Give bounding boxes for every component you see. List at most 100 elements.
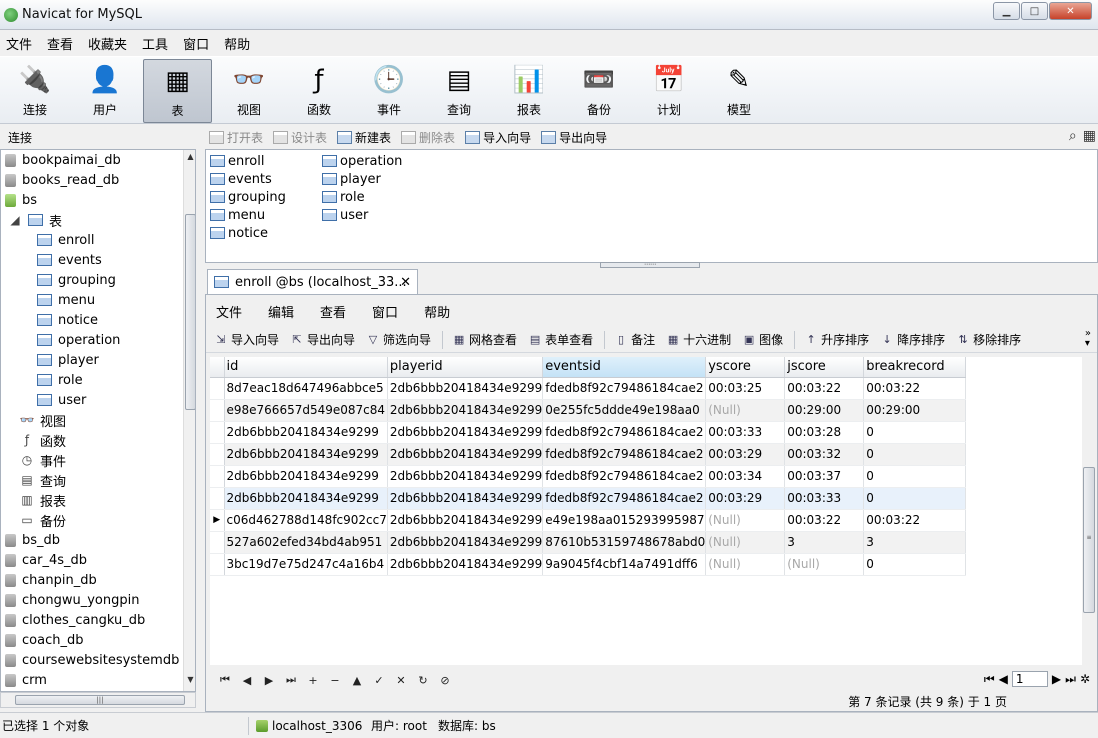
- table-row[interactable]: ▶ c06d462788d148fc902cc7 2db6bbb20418434e9…: [210, 509, 967, 532]
- column-header-id[interactable]: id: [224, 357, 388, 378]
- design-table-button[interactable]: 设计表: [273, 129, 327, 146]
- tree-item-crm[interactable]: crm: [1, 670, 195, 690]
- tree-item-role[interactable]: role: [1, 370, 195, 390]
- form-view-button[interactable]: ▤ 表单查看: [528, 331, 593, 348]
- menu-favorites[interactable]: 收藏夹: [86, 34, 140, 53]
- cell-breakrecord[interactable]: 0: [863, 487, 967, 510]
- cell-yscore[interactable]: 00:03:34: [705, 465, 786, 488]
- table-row[interactable]: 527a602efed34bd4ab951 2db6bbb20418434e929…: [210, 531, 967, 554]
- inner-menu-edit[interactable]: 编辑: [268, 302, 294, 321]
- filter-wizard-button[interactable]: ▽ 筛选向导: [366, 331, 431, 348]
- column-header-yscore[interactable]: yscore: [705, 357, 786, 378]
- cell-id[interactable]: 2db6bbb20418434e9299: [224, 443, 388, 466]
- tree-item-car_4s_db[interactable]: car_4s_db: [1, 550, 195, 570]
- cell-playerid[interactable]: 2db6bbb20418434e9299: [387, 465, 544, 488]
- cell-breakrecord[interactable]: 00:03:22: [863, 377, 967, 400]
- tree-item-grouping[interactable]: grouping: [1, 270, 195, 290]
- stop-icon[interactable]: ⊘: [434, 674, 456, 687]
- search-icon[interactable]: ⌕: [1069, 128, 1077, 144]
- cell-eventsid[interactable]: 87610b53159748678abd0: [542, 531, 707, 554]
- close-window-button[interactable]: ✕: [1049, 2, 1092, 20]
- menu-view[interactable]: 查看: [45, 34, 86, 53]
- import-wizard-button[interactable]: 导入向导: [465, 129, 531, 146]
- object-item-role[interactable]: role: [320, 188, 402, 206]
- column-header-breakrecord[interactable]: breakrecord: [863, 357, 967, 378]
- grid-view-button[interactable]: ▦ 网格查看: [452, 331, 517, 348]
- toolbar-view-button[interactable]: 👓 视图: [214, 59, 284, 123]
- tree-item-menu[interactable]: menu: [1, 290, 195, 310]
- cell-jscore[interactable]: 00:03:22: [784, 509, 865, 532]
- cell-id[interactable]: 2db6bbb20418434e9299: [224, 487, 388, 510]
- cell-eventsid[interactable]: fdedb8f92c79486184cae2: [542, 377, 707, 400]
- sort-descending-button[interactable]: ↓ 降序排序: [880, 331, 946, 348]
- table-row[interactable]: 3bc19d7e75d247c4a16b4 2db6bbb20418434e929…: [210, 553, 967, 576]
- cell-id[interactable]: 3bc19d7e75d247c4a16b4: [224, 553, 388, 576]
- cell-id[interactable]: 527a602efed34bd4ab951: [224, 531, 388, 554]
- image-button[interactable]: ▣ 图像: [742, 331, 783, 348]
- cell-yscore[interactable]: (Null): [705, 553, 786, 576]
- cell-breakrecord[interactable]: 0: [863, 465, 967, 488]
- cell-jscore[interactable]: (Null): [784, 553, 865, 576]
- toolbar-overflow-icon[interactable]: » ▾: [1085, 329, 1091, 349]
- tree-item-player[interactable]: player: [1, 350, 195, 370]
- object-item-operation[interactable]: operation: [320, 152, 402, 170]
- tree-item-events[interactable]: events: [1, 250, 195, 270]
- toolbar-query-button[interactable]: ▤ 查询: [424, 59, 494, 123]
- tree-item-[interactable]: ƒ 函数: [1, 430, 195, 450]
- apply-icon[interactable]: ▲: [346, 674, 368, 687]
- tree-item-[interactable]: 👓 视图: [1, 410, 195, 430]
- tree-item-clothes_cangku_db[interactable]: clothes_cangku_db: [1, 610, 195, 630]
- collapse-arrow-icon[interactable]: ◢: [7, 213, 23, 227]
- table-row[interactable]: 2db6bbb20418434e9299 2db6bbb20418434e9299…: [210, 487, 967, 510]
- cell-playerid[interactable]: 2db6bbb20418434e9299: [387, 421, 544, 444]
- cell-id[interactable]: c06d462788d148fc902cc7: [224, 509, 388, 532]
- cell-playerid[interactable]: 2db6bbb20418434e9299: [387, 531, 544, 554]
- grid-vertical-scrollbar[interactable]: ≡: [1082, 357, 1096, 665]
- menu-file[interactable]: 文件: [4, 34, 45, 53]
- cell-breakrecord[interactable]: 0: [863, 553, 967, 576]
- toolbar-table-button[interactable]: ▦ 表: [143, 59, 212, 123]
- tree-item-enroll[interactable]: enroll: [1, 230, 195, 250]
- cell-playerid[interactable]: 2db6bbb20418434e9299: [387, 509, 544, 532]
- tree-item-[interactable]: ▥ 报表: [1, 490, 195, 510]
- import-wizard-button[interactable]: ⇲ 导入向导: [214, 331, 279, 348]
- tree-item-user[interactable]: user: [1, 390, 195, 410]
- tree-item-bs[interactable]: bs: [1, 190, 195, 210]
- column-header-jscore[interactable]: jscore: [784, 357, 865, 378]
- open-table-button[interactable]: 打开表: [209, 129, 263, 146]
- back-page-icon[interactable]: ◀: [999, 672, 1008, 686]
- delete-table-button[interactable]: 删除表: [401, 129, 455, 146]
- tree-item-coursewebsitesystemdb[interactable]: coursewebsitesystemdb: [1, 650, 195, 670]
- menu-window[interactable]: 窗口: [181, 34, 222, 53]
- cell-jscore[interactable]: 3: [784, 531, 865, 554]
- cell-playerid[interactable]: 2db6bbb20418434e9299: [387, 443, 544, 466]
- tree-item-bookpaimai_db[interactable]: bookpaimai_db: [1, 150, 195, 170]
- cell-eventsid[interactable]: fdedb8f92c79486184cae2: [542, 487, 707, 510]
- cell-yscore[interactable]: (Null): [705, 509, 786, 532]
- cell-playerid[interactable]: 2db6bbb20418434e9299: [387, 399, 544, 422]
- cell-id[interactable]: 2db6bbb20418434e9299: [224, 421, 388, 444]
- table-row[interactable]: 2db6bbb20418434e9299 2db6bbb20418434e9299…: [210, 443, 967, 466]
- memo-button[interactable]: ▯ 备注: [614, 331, 655, 348]
- object-item-grouping[interactable]: grouping: [208, 188, 286, 206]
- toolbar-backup-button[interactable]: 📼 备份: [564, 59, 634, 123]
- toolbar-event-button[interactable]: 🕒 事件: [354, 59, 424, 123]
- cancel-icon[interactable]: ✕: [390, 674, 412, 687]
- prev-page-icon[interactable]: ⏮: [984, 672, 995, 687]
- column-header-eventsid[interactable]: eventsid: [542, 357, 707, 378]
- object-item-events[interactable]: events: [208, 170, 286, 188]
- sort-ascending-button[interactable]: ↑ 升序排序: [804, 331, 870, 348]
- add-record-icon[interactable]: +: [302, 674, 324, 687]
- object-item-user[interactable]: user: [320, 206, 402, 224]
- column-header-playerid[interactable]: playerid: [387, 357, 544, 378]
- object-item-notice[interactable]: notice: [208, 224, 286, 242]
- table-row[interactable]: 2db6bbb20418434e9299 2db6bbb20418434e9299…: [210, 465, 967, 488]
- cell-yscore[interactable]: 00:03:29: [705, 487, 786, 510]
- cell-jscore[interactable]: 00:03:22: [784, 377, 865, 400]
- object-item-menu[interactable]: menu: [208, 206, 286, 224]
- cell-id[interactable]: 2db6bbb20418434e9299: [224, 465, 388, 488]
- cell-breakrecord[interactable]: 0: [863, 421, 967, 444]
- table-row[interactable]: 2db6bbb20418434e9299 2db6bbb20418434e9299…: [210, 421, 967, 444]
- prev-record-icon[interactable]: ◀: [236, 674, 258, 687]
- toolbar-function-button[interactable]: ƒ 函数: [284, 59, 354, 123]
